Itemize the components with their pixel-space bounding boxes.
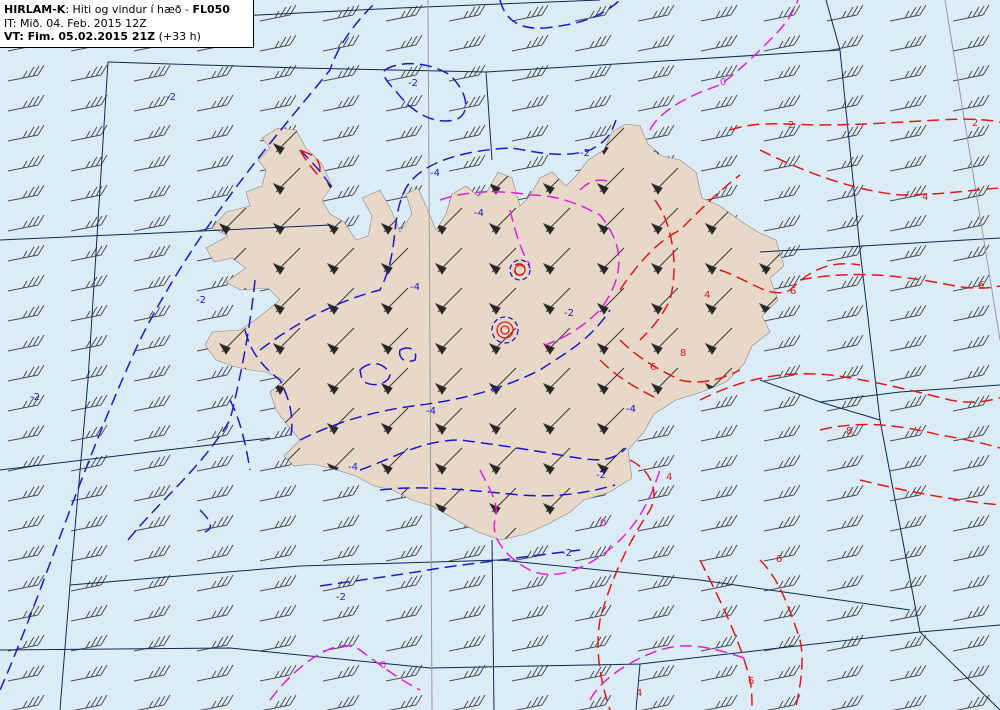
flight-level: FL050 bbox=[192, 3, 230, 16]
contour-label: 0 bbox=[720, 77, 726, 88]
forecast-offset: (+33 h) bbox=[155, 30, 201, 43]
contour-label: -2 bbox=[564, 308, 574, 319]
contour-label: -2 bbox=[196, 295, 206, 306]
contour-label: 6 bbox=[978, 280, 984, 291]
model-name: HIRLAM-K bbox=[4, 3, 66, 16]
contour-label: 0 bbox=[600, 518, 606, 529]
contour-label: 2 bbox=[788, 120, 794, 131]
contour-label: 6 bbox=[776, 554, 782, 565]
contour-label: -2 bbox=[580, 148, 590, 159]
contour-label: 4 bbox=[922, 192, 928, 203]
contour-label: -2 bbox=[336, 592, 346, 603]
valid-time-line: VT: Fim. 05.02.2015 21Z (+33 h) bbox=[4, 30, 249, 44]
contour-label: -4 bbox=[626, 404, 636, 415]
contour-label: 8 bbox=[846, 426, 852, 437]
contour-label: -2 bbox=[562, 548, 572, 559]
contour-label: -4 bbox=[430, 168, 440, 179]
contour-label: -4 bbox=[426, 406, 436, 417]
map-header: HIRLAM-K: Hiti og vindur í hæð - FL050 I… bbox=[0, 0, 254, 48]
contour-label: 8 bbox=[680, 348, 686, 359]
contour-label: 0 bbox=[380, 660, 386, 671]
contour-label: -4 bbox=[474, 208, 484, 219]
issue-time: IT: Mið. 04. Feb. 2015 12Z bbox=[4, 16, 147, 30]
contour-label: -2 bbox=[30, 392, 40, 403]
contour-label: -4 bbox=[410, 282, 420, 293]
contour-label: 6 bbox=[790, 286, 796, 297]
title-line: HIRLAM-K: Hiti og vindur í hæð - FL050 bbox=[4, 3, 249, 17]
contour-label: -2 bbox=[596, 470, 606, 481]
contour-label: 4 bbox=[636, 688, 642, 699]
valid-time: VT: Fim. 05.02.2015 21Z bbox=[4, 30, 156, 43]
contour-label: 2 bbox=[972, 118, 978, 129]
contour-label: 6 bbox=[650, 362, 656, 373]
contour-label: -2 bbox=[166, 92, 176, 103]
contour-label: 4 bbox=[704, 290, 710, 301]
weather-map: -2 -2 -2 -2 -2 -2 -2 -2 -2 -4 -4 -4 -4 -… bbox=[0, 0, 1000, 710]
contour-label: 4 bbox=[666, 472, 672, 483]
contour-label: -2 bbox=[408, 78, 418, 89]
contour-label: 6 bbox=[748, 676, 754, 687]
product-description: : Hiti og vindur í hæð - bbox=[65, 3, 193, 16]
contour-label: -4 bbox=[348, 462, 358, 473]
